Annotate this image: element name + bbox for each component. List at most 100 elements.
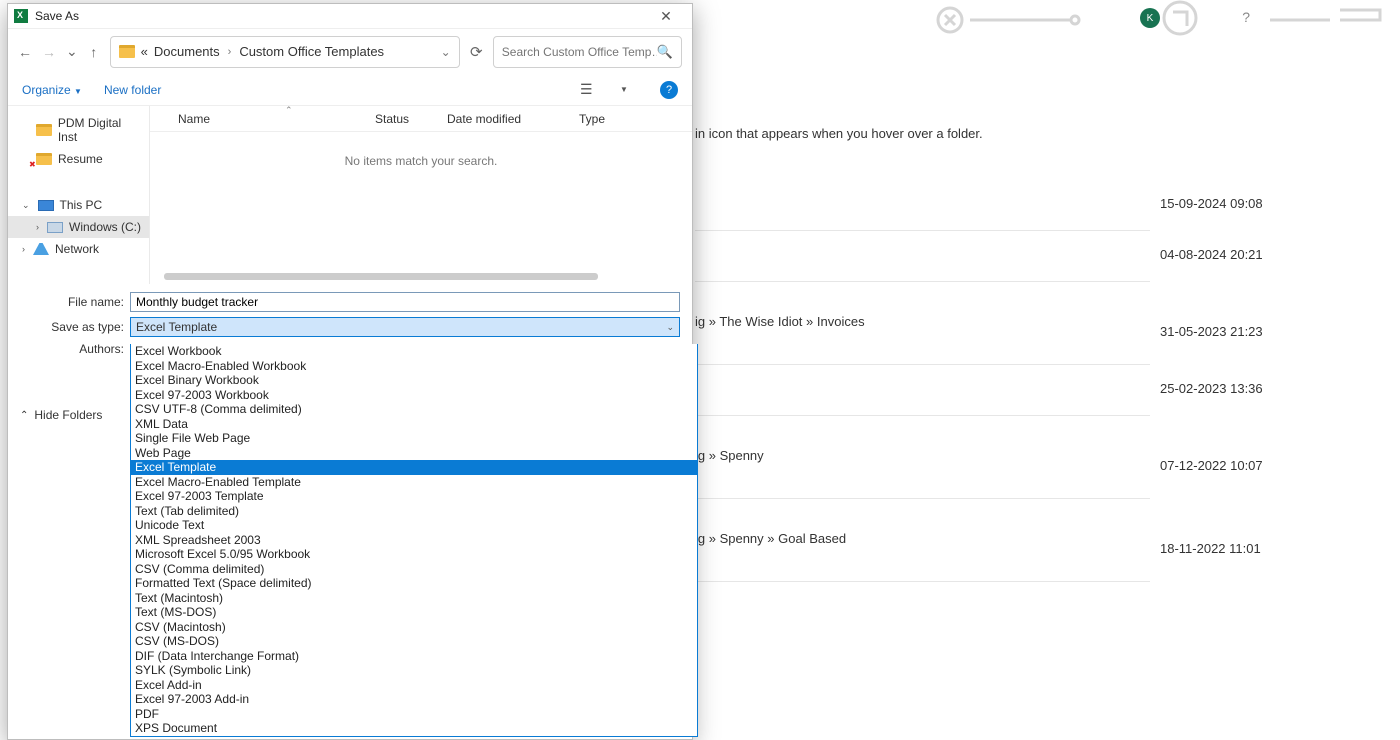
tree-item-drive[interactable]: ›Windows (C:) — [8, 216, 149, 238]
save-type-option[interactable]: CSV (Comma delimited) — [131, 562, 697, 577]
save-type-combobox[interactable]: Excel Template ⌄ — [130, 317, 680, 337]
pc-icon — [38, 200, 54, 211]
col-type[interactable]: Type — [579, 112, 692, 126]
expand-icon[interactable]: › — [36, 222, 39, 232]
drive-icon — [47, 222, 63, 233]
save-type-option[interactable]: Web Page — [131, 446, 697, 461]
row-time: 04-08-2024 20:21 — [1160, 247, 1360, 262]
save-type-option[interactable]: Excel Macro-Enabled Workbook — [131, 359, 697, 374]
organize-button[interactable]: Organize ▼ — [22, 83, 82, 97]
tree-label: Resume — [58, 152, 103, 166]
h-scrollbar[interactable] — [164, 273, 598, 280]
col-date[interactable]: Date modified — [447, 112, 579, 126]
chevron-up-icon: ⌃ — [20, 410, 28, 421]
close-icon[interactable]: ✕ — [646, 8, 686, 25]
save-type-option[interactable]: Text (Macintosh) — [131, 591, 697, 606]
row-time: 25-02-2023 13:36 — [1160, 381, 1360, 396]
save-type-option[interactable]: Excel Binary Workbook — [131, 373, 697, 388]
save-type-option[interactable]: SYLK (Symbolic Link) — [131, 663, 697, 678]
save-type-option[interactable]: Excel Macro-Enabled Template — [131, 475, 697, 490]
col-name[interactable]: Name — [150, 112, 375, 126]
save-type-option[interactable]: CSV (MS-DOS) — [131, 634, 697, 649]
pin-hint-text: in icon that appears when you hover over… — [695, 126, 983, 141]
help-icon[interactable]: ? — [1242, 9, 1250, 25]
tree-item-thispc[interactable]: ⌄This PC — [8, 194, 149, 216]
expand-icon[interactable]: › — [22, 244, 25, 254]
chevron-right-icon[interactable]: › — [228, 46, 232, 58]
tree-label: Network — [55, 242, 99, 256]
save-type-option[interactable]: Single File Web Page — [131, 431, 697, 446]
dialog-titlebar[interactable]: Save As ✕ — [8, 4, 692, 29]
search-box[interactable]: 🔍 — [493, 36, 682, 68]
dialog-body: ⌃ PDM Digital Inst Resume ⌄This PC ›Wind… — [8, 106, 692, 284]
save-type-option[interactable]: Excel 97-2003 Workbook — [131, 388, 697, 403]
grid-empty-text: No items match your search. — [150, 154, 692, 168]
file-name-input[interactable] — [130, 292, 680, 312]
save-type-option[interactable]: CSV UTF-8 (Comma delimited) — [131, 402, 697, 417]
row-crumb: ig » Spenny — [695, 448, 1150, 463]
network-icon — [33, 243, 49, 255]
grid-header[interactable]: Name Status Date modified Type — [150, 106, 692, 132]
save-type-option[interactable]: Microsoft Excel 5.0/95 Workbook — [131, 547, 697, 562]
save-type-value: Excel Template — [136, 320, 217, 334]
breadcrumb-seg[interactable]: Custom Office Templates — [239, 44, 384, 59]
hide-folders-button[interactable]: ⌃ Hide Folders — [20, 408, 102, 422]
save-type-option[interactable]: DIF (Data Interchange Format) — [131, 649, 697, 664]
new-folder-button[interactable]: New folder — [104, 83, 161, 97]
tree-item-pdm[interactable]: PDM Digital Inst — [8, 112, 149, 148]
tree-label: PDM Digital Inst — [58, 116, 143, 144]
folder-error-icon — [36, 153, 52, 165]
chevron-down-icon[interactable]: ⌄ — [441, 45, 451, 59]
folder-icon — [119, 45, 135, 58]
row-time: 07-12-2022 10:07 — [1160, 458, 1360, 473]
col-status[interactable]: Status — [375, 112, 447, 126]
row-time: 31-05-2023 21:23 — [1160, 324, 1360, 339]
recent-list: 15-09-2024 09:08 04-08-2024 20:21 31-05-… — [695, 180, 1150, 582]
row-time: 18-11-2022 11:01 — [1160, 541, 1360, 556]
tree-item-network[interactable]: › Network — [8, 238, 149, 260]
save-type-option[interactable]: Excel Workbook — [131, 344, 697, 359]
view-caret-icon[interactable]: ▼ — [620, 85, 638, 94]
chevron-down-icon: ⌄ — [666, 322, 674, 333]
forward-icon[interactable]: → — [42, 44, 56, 60]
nav-row: ← → ⌄ ↑ « Documents › Custom Office Temp… — [8, 29, 692, 74]
toolbar: Organize ▼ New folder ☰ ▼ ? — [8, 74, 692, 106]
save-type-option[interactable]: Unicode Text — [131, 518, 697, 533]
history-caret-icon[interactable]: ⌄ — [66, 43, 78, 60]
dialog-title: Save As — [35, 9, 79, 23]
refresh-icon[interactable]: ⟳ — [470, 43, 483, 61]
save-type-option[interactable]: XPS Document — [131, 721, 697, 736]
save-type-option[interactable]: Excel 97-2003 Add-in — [131, 692, 697, 707]
folder-icon — [36, 124, 52, 136]
help-icon[interactable]: ? — [660, 81, 678, 99]
save-type-option[interactable]: Excel 97-2003 Template — [131, 489, 697, 504]
save-type-option[interactable]: PDF — [131, 707, 697, 722]
save-type-option[interactable]: Text (MS-DOS) — [131, 605, 697, 620]
save-type-option[interactable]: Text (Tab delimited) — [131, 504, 697, 519]
chevron-down-icon: ▼ — [74, 87, 82, 96]
file-name-label: File name: — [20, 295, 130, 309]
row-crumb: ig » Spenny » Goal Based — [695, 531, 1150, 546]
back-icon[interactable]: ← — [18, 44, 32, 60]
tree-item-resume[interactable]: Resume — [8, 148, 149, 170]
user-avatar[interactable]: K — [1140, 8, 1160, 28]
save-type-dropdown[interactable]: Excel WorkbookExcel Macro-Enabled Workbo… — [130, 344, 698, 737]
breadcrumb-seg[interactable]: Documents — [154, 44, 220, 59]
address-bar[interactable]: « Documents › Custom Office Templates ⌄ — [110, 36, 460, 68]
up-icon[interactable]: ↑ — [88, 44, 100, 60]
search-icon[interactable]: 🔍 — [657, 44, 673, 60]
search-input[interactable] — [502, 45, 657, 59]
expand-icon[interactable]: ⌄ — [22, 200, 30, 211]
save-type-option[interactable]: Excel Add-in — [131, 678, 697, 693]
folder-tree[interactable]: ⌃ PDM Digital Inst Resume ⌄This PC ›Wind… — [8, 106, 150, 284]
save-type-option[interactable]: Formatted Text (Space delimited) — [131, 576, 697, 591]
view-mode-icon[interactable]: ☰ — [580, 81, 598, 98]
save-as-dialog: Save As ✕ ← → ⌄ ↑ « Documents › Custom O… — [7, 3, 693, 740]
save-type-option[interactable]: XML Spreadsheet 2003 — [131, 533, 697, 548]
save-type-option[interactable]: CSV (Macintosh) — [131, 620, 697, 635]
authors-label: Authors: — [20, 342, 130, 356]
file-grid[interactable]: Name Status Date modified Type No items … — [150, 106, 692, 284]
save-type-option[interactable]: XML Data — [131, 417, 697, 432]
excel-icon — [14, 9, 28, 23]
save-type-option[interactable]: Excel Template — [131, 460, 697, 475]
